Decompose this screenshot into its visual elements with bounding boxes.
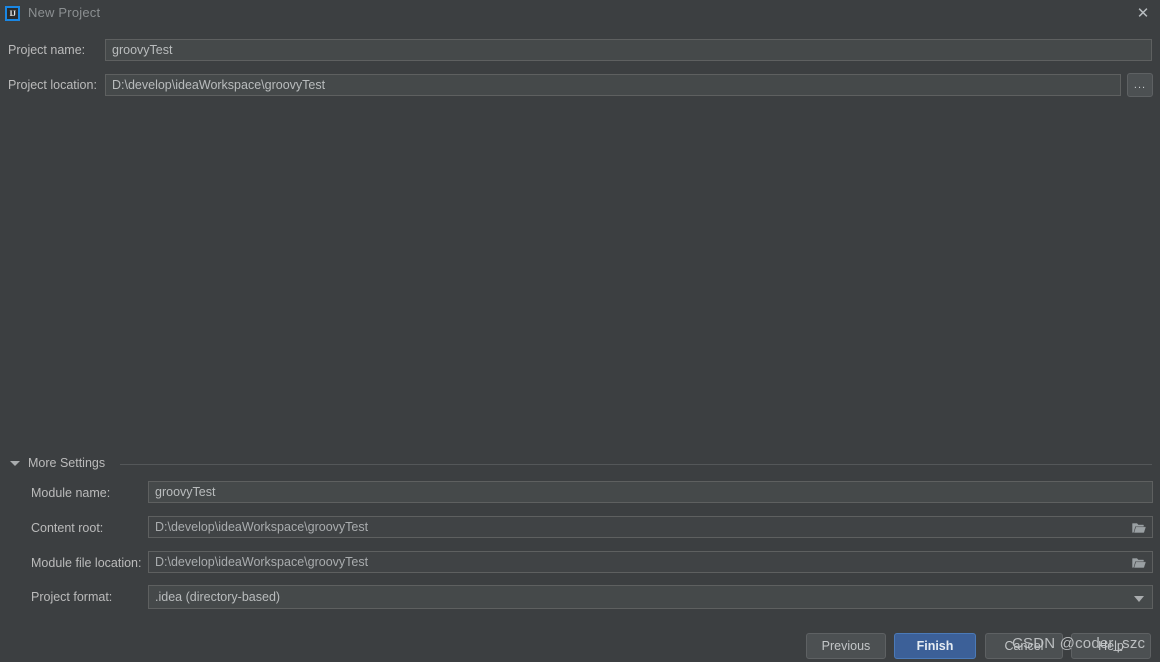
content-root-label: Content root: xyxy=(31,521,104,535)
cancel-button[interactable]: Cancel xyxy=(985,633,1063,659)
intellij-idea-icon: IJ xyxy=(5,6,20,21)
module-file-location-value: D:\develop\ideaWorkspace\groovyTest xyxy=(155,555,369,569)
project-location-label: Project location: xyxy=(8,78,97,92)
more-settings-label: More Settings xyxy=(28,456,106,470)
project-name-label: Project name: xyxy=(8,43,86,57)
project-name-input[interactable]: groovyTest xyxy=(105,39,1152,61)
previous-button[interactable]: Previous xyxy=(806,633,886,659)
chevron-down-icon[interactable] xyxy=(10,461,20,466)
project-location-input[interactable]: D:\develop\ideaWorkspace\groovyTest xyxy=(105,74,1121,96)
project-format-select[interactable]: .idea (directory-based) xyxy=(148,585,1153,609)
ellipsis-icon: ... xyxy=(1133,79,1147,91)
more-settings-section-header[interactable]: More Settings xyxy=(0,455,1160,473)
finish-button[interactable]: Finish xyxy=(894,633,976,659)
project-format-value: .idea (directory-based) xyxy=(155,590,281,604)
title-bar: IJ New Project ✕ xyxy=(0,0,1160,27)
content-root-input[interactable]: D:\develop\ideaWorkspace\groovyTest xyxy=(148,516,1153,538)
project-format-label: Project format: xyxy=(31,590,113,604)
window-title: New Project xyxy=(28,5,101,20)
module-name-label: Module name: xyxy=(31,486,111,500)
folder-icon[interactable] xyxy=(1132,557,1146,568)
module-name-input[interactable]: groovyTest xyxy=(148,481,1153,503)
close-icon[interactable]: ✕ xyxy=(1132,3,1154,25)
content-root-value: D:\develop\ideaWorkspace\groovyTest xyxy=(155,520,369,534)
section-divider xyxy=(120,464,1152,465)
folder-icon[interactable] xyxy=(1132,522,1146,533)
chevron-down-icon xyxy=(1134,596,1144,602)
module-file-location-input[interactable]: D:\develop\ideaWorkspace\groovyTest xyxy=(148,551,1153,573)
module-file-location-label: Module file location: xyxy=(31,556,142,570)
browse-location-button[interactable]: ... xyxy=(1127,73,1153,97)
help-button[interactable]: Help xyxy=(1071,633,1151,659)
